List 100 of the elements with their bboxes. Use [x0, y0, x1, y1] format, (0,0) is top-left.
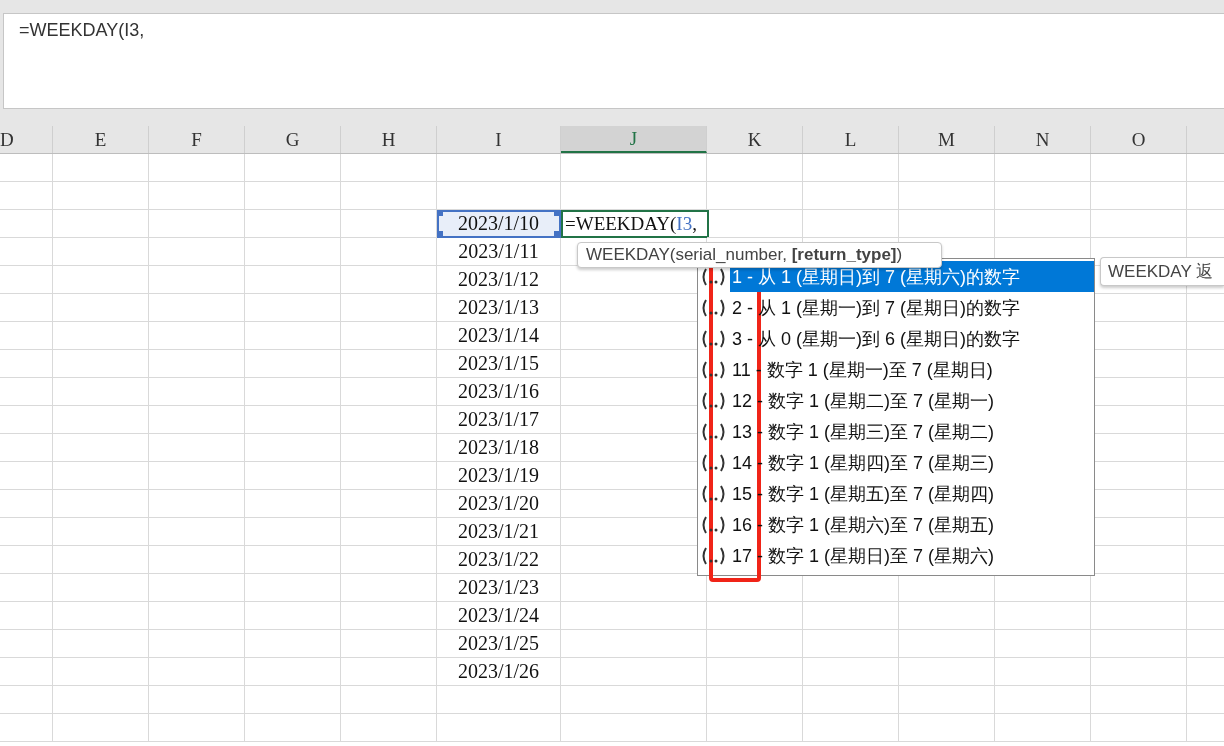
grid-cell[interactable]	[341, 238, 437, 266]
grid-cell[interactable]	[245, 266, 341, 294]
grid-cell[interactable]	[561, 182, 707, 210]
grid-cell[interactable]	[341, 434, 437, 462]
grid-cell[interactable]	[149, 238, 245, 266]
grid-cell[interactable]	[245, 378, 341, 406]
grid-cell[interactable]	[245, 210, 341, 238]
grid-cell[interactable]	[53, 294, 149, 322]
grid-cell[interactable]	[803, 182, 899, 210]
grid-cell[interactable]	[341, 154, 437, 182]
grid-cell[interactable]	[899, 154, 995, 182]
grid-cell[interactable]	[0, 490, 53, 518]
grid-cell[interactable]	[53, 518, 149, 546]
grid-cell[interactable]	[995, 714, 1091, 742]
grid-cell[interactable]	[1091, 686, 1187, 714]
grid-cell[interactable]	[341, 378, 437, 406]
date-cell[interactable]: 2023/1/17	[437, 406, 561, 434]
grid-cell[interactable]	[561, 658, 707, 686]
grid-cell[interactable]	[53, 238, 149, 266]
column-header[interactable]: L	[803, 126, 899, 153]
grid-cell[interactable]	[245, 714, 341, 742]
grid-cell[interactable]	[995, 658, 1091, 686]
grid-cell[interactable]	[0, 406, 53, 434]
grid-cell[interactable]	[341, 714, 437, 742]
grid-cell[interactable]	[341, 322, 437, 350]
grid-cell[interactable]	[995, 154, 1091, 182]
column-header[interactable]: K	[707, 126, 803, 153]
column-header[interactable]: H	[341, 126, 437, 153]
grid-cell[interactable]	[149, 686, 245, 714]
grid-cell[interactable]	[245, 322, 341, 350]
grid-cell[interactable]	[53, 322, 149, 350]
grid-cell[interactable]	[341, 602, 437, 630]
date-cell[interactable]: 2023/1/24	[437, 602, 561, 630]
formula-bar[interactable]: =WEEKDAY(I3,	[3, 13, 1224, 109]
grid-cell[interactable]	[561, 154, 707, 182]
grid-cell[interactable]	[0, 266, 53, 294]
grid-cell[interactable]	[0, 602, 53, 630]
grid-cell[interactable]	[245, 434, 341, 462]
grid-cell[interactable]	[561, 630, 707, 658]
autocomplete-option[interactable]: 11 - 数字 1 (星期一)至 7 (星期日)	[730, 354, 1094, 385]
grid-cell[interactable]	[0, 574, 53, 602]
grid-cell[interactable]	[341, 658, 437, 686]
grid-cell[interactable]	[995, 630, 1091, 658]
date-cell[interactable]: 2023/1/13	[437, 294, 561, 322]
column-header[interactable]: J	[561, 126, 707, 153]
grid-cell[interactable]	[0, 630, 53, 658]
grid-cell[interactable]	[0, 238, 53, 266]
grid-cell[interactable]	[707, 630, 803, 658]
cell-editor[interactable]: =WEEKDAY(I3,	[561, 210, 709, 238]
grid-cell[interactable]	[0, 686, 53, 714]
grid-cell[interactable]	[245, 406, 341, 434]
grid-cell[interactable]	[995, 686, 1091, 714]
grid-cell[interactable]	[707, 658, 803, 686]
grid-cell[interactable]	[53, 378, 149, 406]
grid-cell[interactable]	[341, 462, 437, 490]
date-cell[interactable]: 2023/1/25	[437, 630, 561, 658]
grid-cell[interactable]	[437, 686, 561, 714]
column-header[interactable]: M	[899, 126, 995, 153]
grid-cell[interactable]	[53, 630, 149, 658]
grid-cell[interactable]	[341, 490, 437, 518]
grid-cell[interactable]	[1091, 182, 1187, 210]
grid-cell[interactable]	[149, 182, 245, 210]
grid-cell[interactable]	[561, 686, 707, 714]
grid-cell[interactable]	[0, 462, 53, 490]
grid-cell[interactable]	[899, 182, 995, 210]
date-cell[interactable]: 2023/1/11	[437, 238, 561, 266]
grid-cell[interactable]	[341, 630, 437, 658]
grid-cell[interactable]	[53, 658, 149, 686]
grid-cell[interactable]	[0, 518, 53, 546]
date-cell[interactable]: 2023/1/22	[437, 546, 561, 574]
grid-cell[interactable]	[341, 518, 437, 546]
grid-cell[interactable]	[995, 602, 1091, 630]
grid-cell[interactable]	[149, 210, 245, 238]
grid-cell[interactable]	[341, 350, 437, 378]
grid-cell[interactable]	[149, 602, 245, 630]
grid-cell[interactable]	[53, 714, 149, 742]
grid-cell[interactable]	[803, 658, 899, 686]
grid-cell[interactable]	[245, 518, 341, 546]
date-cell[interactable]: 2023/1/10	[437, 210, 561, 238]
grid-cell[interactable]	[149, 350, 245, 378]
grid-cell[interactable]	[341, 546, 437, 574]
grid-cell[interactable]	[245, 238, 341, 266]
grid-cell[interactable]	[53, 266, 149, 294]
grid-cell[interactable]	[803, 686, 899, 714]
grid-cell[interactable]	[707, 714, 803, 742]
date-cell[interactable]: 2023/1/21	[437, 518, 561, 546]
autocomplete-option[interactable]: 14 - 数字 1 (星期四)至 7 (星期三)	[730, 447, 1094, 478]
grid-cell[interactable]	[149, 322, 245, 350]
date-cell[interactable]: 2023/1/14	[437, 322, 561, 350]
grid-cell[interactable]	[707, 154, 803, 182]
date-cell[interactable]: 2023/1/15	[437, 350, 561, 378]
grid-cell[interactable]	[341, 182, 437, 210]
grid-cell[interactable]	[149, 574, 245, 602]
grid-cell[interactable]	[53, 490, 149, 518]
grid-cell[interactable]	[341, 406, 437, 434]
grid-cell[interactable]	[803, 210, 899, 238]
grid-cell[interactable]	[995, 210, 1091, 238]
grid-cell[interactable]	[149, 714, 245, 742]
autocomplete-option[interactable]: 17 - 数字 1 (星期日)至 7 (星期六)	[730, 540, 1094, 571]
grid-cell[interactable]	[899, 630, 995, 658]
